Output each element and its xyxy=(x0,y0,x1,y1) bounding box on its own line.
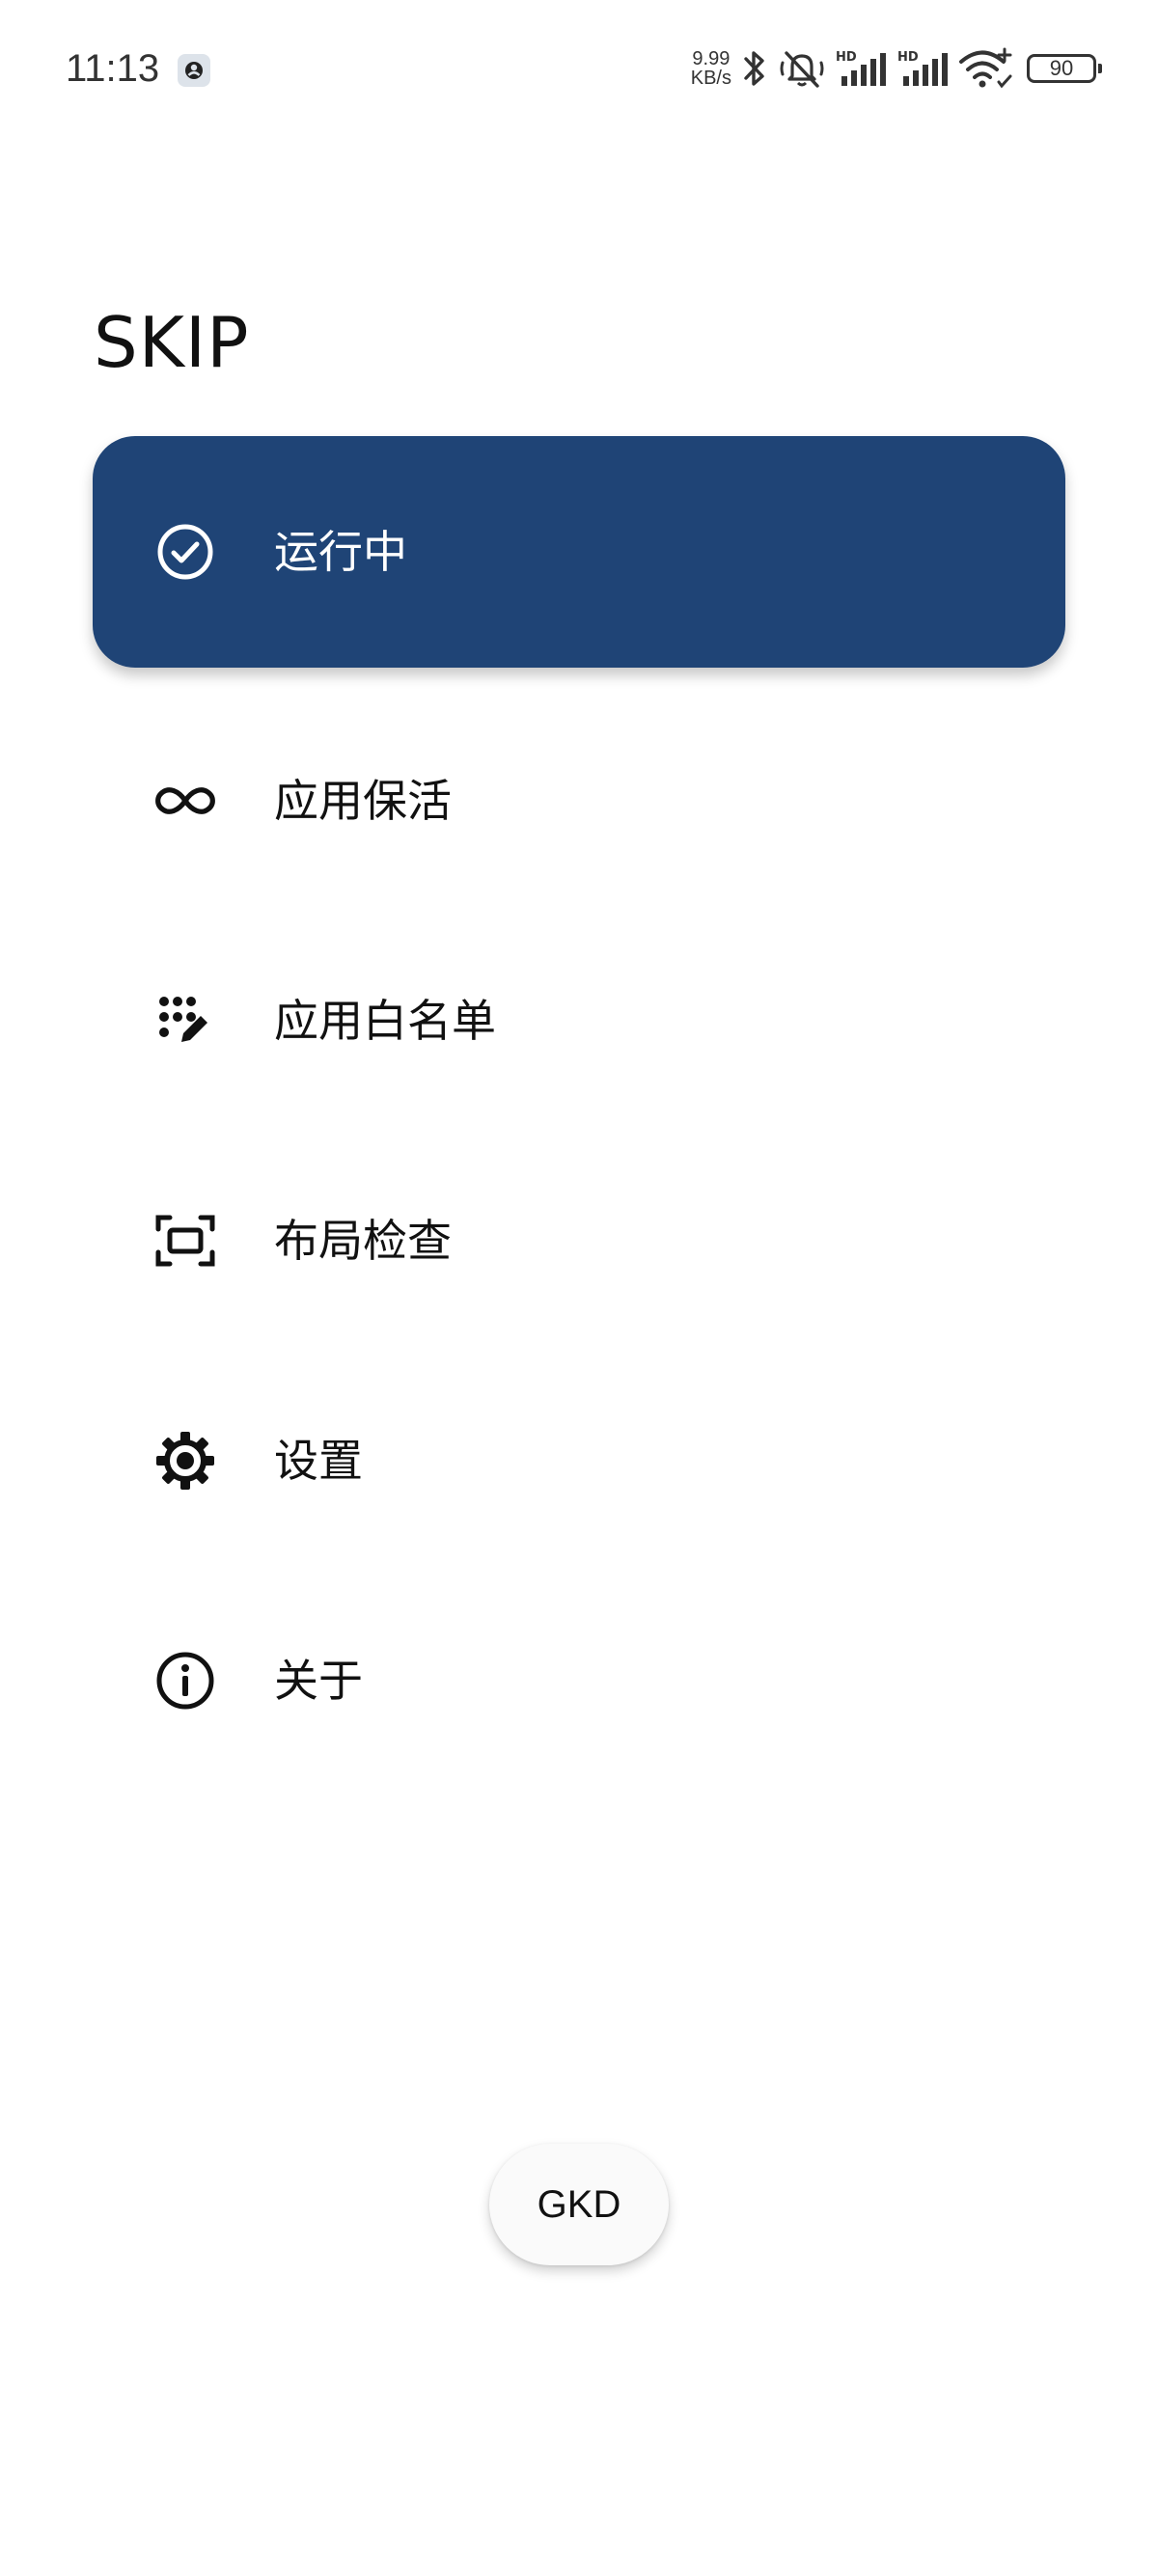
wifi-icon xyxy=(959,47,1013,90)
bluetooth-icon xyxy=(741,47,768,90)
info-icon xyxy=(152,1648,218,1713)
hd-signal-icon-2: HD xyxy=(897,47,950,90)
gear-icon xyxy=(152,1428,218,1494)
status-icons: 9.99 KB/s HD HD 90 xyxy=(691,44,1102,93)
svg-text:HD: HD xyxy=(897,50,919,65)
nav-item-running[interactable]: 运行中 xyxy=(93,436,1065,668)
mute-icon xyxy=(778,47,826,90)
nav-item-keep-alive[interactable]: 应用保活 xyxy=(93,685,1065,917)
net-speed-unit: KB/s xyxy=(690,68,731,89)
infinity-icon xyxy=(152,768,218,834)
nav-item-label: 设置 xyxy=(274,1435,363,1487)
frame-inspect-icon xyxy=(152,1208,218,1274)
hd-signal-icon: HD xyxy=(836,47,888,90)
nav-item-layout-inspect[interactable]: 布局检查 xyxy=(93,1125,1065,1357)
battery-icon: 90 xyxy=(1027,54,1102,83)
nav-item-label: 关于 xyxy=(274,1655,363,1707)
nav-item-label: 布局检查 xyxy=(274,1215,452,1267)
gkd-button[interactable]: GKD xyxy=(489,2144,669,2265)
nav-item-about[interactable]: 关于 xyxy=(93,1565,1065,1796)
nav-item-whitelist[interactable]: 应用白名单 xyxy=(93,905,1065,1137)
net-speed-value: 9.99 xyxy=(692,48,731,69)
svg-text:HD: HD xyxy=(836,50,857,65)
dots-edit-icon xyxy=(152,988,218,1054)
nav-item-label: 应用白名单 xyxy=(274,995,496,1047)
notification-icon xyxy=(178,54,210,87)
status-bar: 11:13 9.99 KB/s HD HD 90 xyxy=(0,0,1158,135)
nav-item-label: 应用保活 xyxy=(274,775,452,827)
check-circle-icon xyxy=(152,519,218,585)
page-title: SKIP xyxy=(94,302,250,383)
status-time: 11:13 xyxy=(66,47,160,90)
net-speed: 9.99 KB/s xyxy=(691,49,731,88)
nav-item-label: 运行中 xyxy=(274,526,407,578)
nav-item-settings[interactable]: 设置 xyxy=(93,1345,1065,1576)
